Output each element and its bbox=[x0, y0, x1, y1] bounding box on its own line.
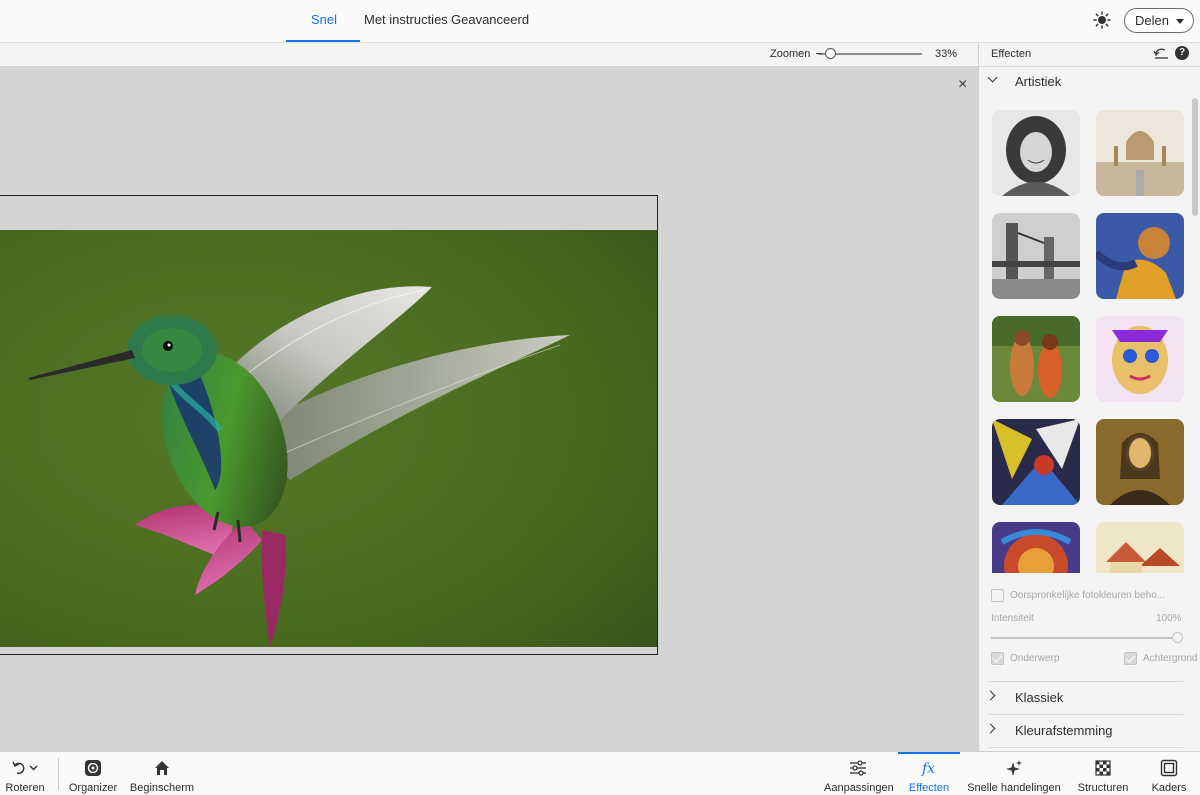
keep-colors-checkbox[interactable] bbox=[991, 589, 1004, 602]
rotate-icon bbox=[12, 761, 38, 775]
chevron-down-icon bbox=[1176, 19, 1184, 24]
intensity-value: 100% bbox=[1156, 613, 1182, 624]
tab-met-instructies[interactable]: Met instructies bbox=[364, 12, 448, 27]
zoom-slider-thumb[interactable] bbox=[825, 48, 836, 59]
active-tab-indicator bbox=[286, 40, 360, 42]
panel-header: Effecten ? bbox=[979, 43, 1200, 67]
section-label: Klassiek bbox=[1015, 690, 1064, 705]
frames-button[interactable]: Kaders bbox=[1146, 752, 1192, 795]
section-kleurafstemming[interactable]: Kleurafstemming bbox=[979, 716, 1189, 746]
frame-icon bbox=[1160, 759, 1178, 777]
toolbar-separator bbox=[58, 758, 59, 790]
share-button[interactable]: Delen bbox=[1124, 8, 1194, 33]
divider bbox=[989, 747, 1183, 748]
rotate-button[interactable]: Roteren bbox=[0, 752, 50, 795]
organizer-icon bbox=[85, 760, 101, 776]
texture-icon bbox=[1095, 760, 1111, 776]
section-label: Kleurafstemming bbox=[1015, 723, 1113, 738]
chevron-right-icon bbox=[985, 690, 996, 701]
zoom-bar: Zoomen 33% bbox=[0, 43, 978, 67]
subject-label: Onderwerp bbox=[1010, 653, 1060, 664]
zoom-minus-icon bbox=[816, 53, 822, 54]
effect-thumb-cubist[interactable] bbox=[992, 419, 1080, 505]
effect-thumb-village[interactable] bbox=[1096, 522, 1184, 573]
image-canvas[interactable]: × bbox=[0, 67, 978, 751]
effects-panel: Effecten ? Artistiek Oorspronkelijke fot… bbox=[978, 43, 1200, 751]
background-checkbox[interactable] bbox=[1124, 652, 1137, 665]
effect-thumb-sketch-portrait[interactable] bbox=[992, 110, 1080, 196]
intensity-label: Intensiteit bbox=[991, 613, 1034, 624]
effect-thumb-figure-painting[interactable] bbox=[1096, 213, 1184, 299]
reset-icon[interactable] bbox=[1153, 46, 1169, 60]
effect-thumb-tahitian-women[interactable] bbox=[992, 316, 1080, 402]
effect-thumb-lion[interactable] bbox=[992, 522, 1080, 573]
fx-icon: fx bbox=[921, 761, 935, 777]
brightness-icon[interactable] bbox=[1093, 11, 1111, 29]
background-label: Achtergrond bbox=[1143, 653, 1198, 664]
zoom-label: Zoomen bbox=[770, 48, 811, 60]
effect-thumb-taj-mahal[interactable] bbox=[1096, 110, 1184, 196]
panel-title: Effecten bbox=[991, 48, 1032, 60]
hummingbird-photo[interactable] bbox=[0, 230, 657, 647]
subject-checkbox[interactable] bbox=[991, 652, 1004, 665]
close-icon[interactable]: × bbox=[958, 77, 972, 93]
panel-scrollbar[interactable] bbox=[1192, 98, 1198, 216]
tab-snel[interactable]: Snel bbox=[311, 12, 337, 27]
effect-thumb-mona-lisa[interactable] bbox=[1096, 419, 1184, 505]
bottom-toolbar: Roteren Organizer Beginscherm Aanpassing… bbox=[0, 751, 1200, 795]
sparkle-icon bbox=[1006, 760, 1022, 776]
effect-thumb-pop-face[interactable] bbox=[1096, 316, 1184, 402]
keep-colors-label: Oorspronkelijke fotokleuren beho... bbox=[1010, 590, 1166, 601]
textures-button[interactable]: Structuren bbox=[1072, 752, 1134, 795]
effect-thumb-tower-bridge[interactable] bbox=[992, 213, 1080, 299]
zoom-value: 33% bbox=[935, 48, 958, 60]
sliders-icon bbox=[850, 760, 866, 776]
tab-geavanceerd[interactable]: Geavanceerd bbox=[451, 12, 529, 27]
effect-thumbnails bbox=[979, 95, 1191, 573]
document-frame bbox=[0, 195, 658, 655]
share-button-label: Delen bbox=[1135, 13, 1169, 28]
organizer-button[interactable]: Organizer bbox=[64, 752, 122, 795]
adjustments-button[interactable]: Aanpassingen bbox=[824, 752, 894, 795]
chevron-right-icon bbox=[985, 723, 996, 734]
chevron-down-icon bbox=[987, 72, 998, 83]
divider bbox=[989, 714, 1183, 715]
effects-button[interactable]: fx Effecten bbox=[898, 752, 960, 795]
intensity-slider-thumb[interactable] bbox=[1172, 632, 1183, 643]
svg-text:fx: fx bbox=[921, 761, 935, 777]
section-artistiek[interactable]: Artistiek bbox=[979, 67, 1189, 97]
divider bbox=[989, 681, 1183, 682]
section-label: Artistiek bbox=[1015, 74, 1062, 89]
section-klassiek[interactable]: Klassiek bbox=[979, 683, 1189, 713]
home-button[interactable]: Beginscherm bbox=[128, 752, 196, 795]
intensity-slider[interactable] bbox=[991, 637, 1177, 639]
home-icon bbox=[155, 761, 169, 775]
help-icon[interactable]: ? bbox=[1175, 46, 1189, 60]
quick-actions-button[interactable]: Snelle handelingen bbox=[964, 752, 1064, 795]
top-bar: Snel Met instructies Geavanceerd Delen bbox=[0, 0, 1200, 43]
